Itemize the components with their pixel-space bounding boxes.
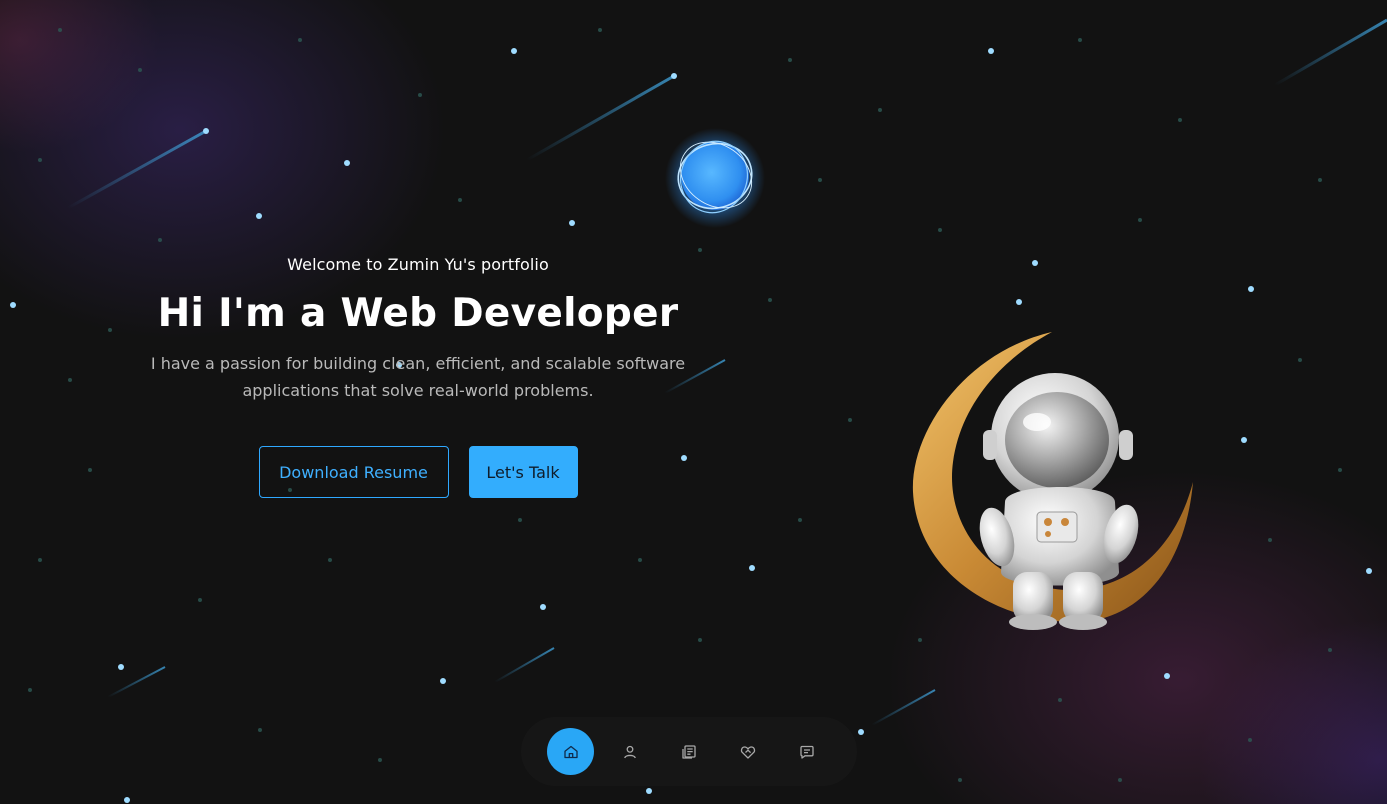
nav-about[interactable] [606, 728, 653, 775]
nav-portfolio[interactable] [665, 728, 712, 775]
hero-headline: Hi I'm a Web Developer [157, 291, 679, 336]
hero-section: Welcome to Zumin Yu's portfolio Hi I'm a… [118, 254, 718, 498]
shooting-star [871, 689, 936, 726]
astronaut-on-moon-illustration [912, 332, 1193, 630]
portfolio-page: Welcome to Zumin Yu's portfolio Hi I'm a… [0, 0, 1387, 804]
nav-services[interactable] [724, 728, 771, 775]
download-resume-button[interactable]: Download Resume [258, 446, 449, 498]
bottom-navigation [521, 717, 857, 786]
heart-handshake-icon [740, 745, 755, 759]
shooting-star [526, 74, 675, 162]
home-icon [563, 745, 578, 758]
hero-subtitle: I have a passion for building clean, eff… [150, 354, 686, 400]
nav-contact[interactable] [783, 728, 830, 775]
lets-talk-button[interactable]: Let's Talk [468, 446, 578, 498]
articles-icon [681, 744, 696, 759]
shooting-star [494, 647, 555, 683]
message-icon [799, 745, 814, 759]
shooting-star [107, 666, 166, 698]
welcome-text: Welcome to Zumin Yu's portfolio [287, 255, 549, 274]
glowing-planet-icon [665, 128, 765, 228]
shooting-star [1274, 18, 1387, 87]
hero-actions: Download Resume Let's Talk [118, 446, 718, 498]
shooting-star [67, 129, 207, 210]
user-icon [623, 745, 636, 758]
nav-home[interactable] [547, 728, 594, 775]
